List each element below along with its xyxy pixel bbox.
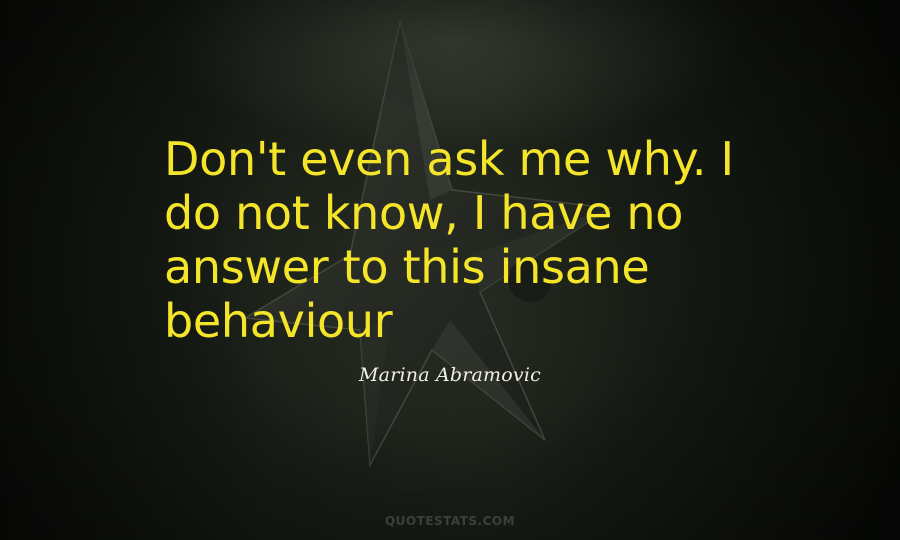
quote-line: answer to this insane (164, 240, 650, 294)
quote-text: Don't even ask me why. I do not know, I … (164, 132, 764, 348)
quote-author: Marina Abramovic (359, 364, 541, 386)
quote-line: Don't even ask me why. I (164, 132, 734, 186)
quote-card: Don't even ask me why. I do not know, I … (0, 0, 900, 540)
site-watermark: QUOTESTATS.COM (384, 514, 516, 528)
quote-line: behaviour (164, 294, 393, 348)
quote-line: do not know, I have no (164, 186, 684, 240)
